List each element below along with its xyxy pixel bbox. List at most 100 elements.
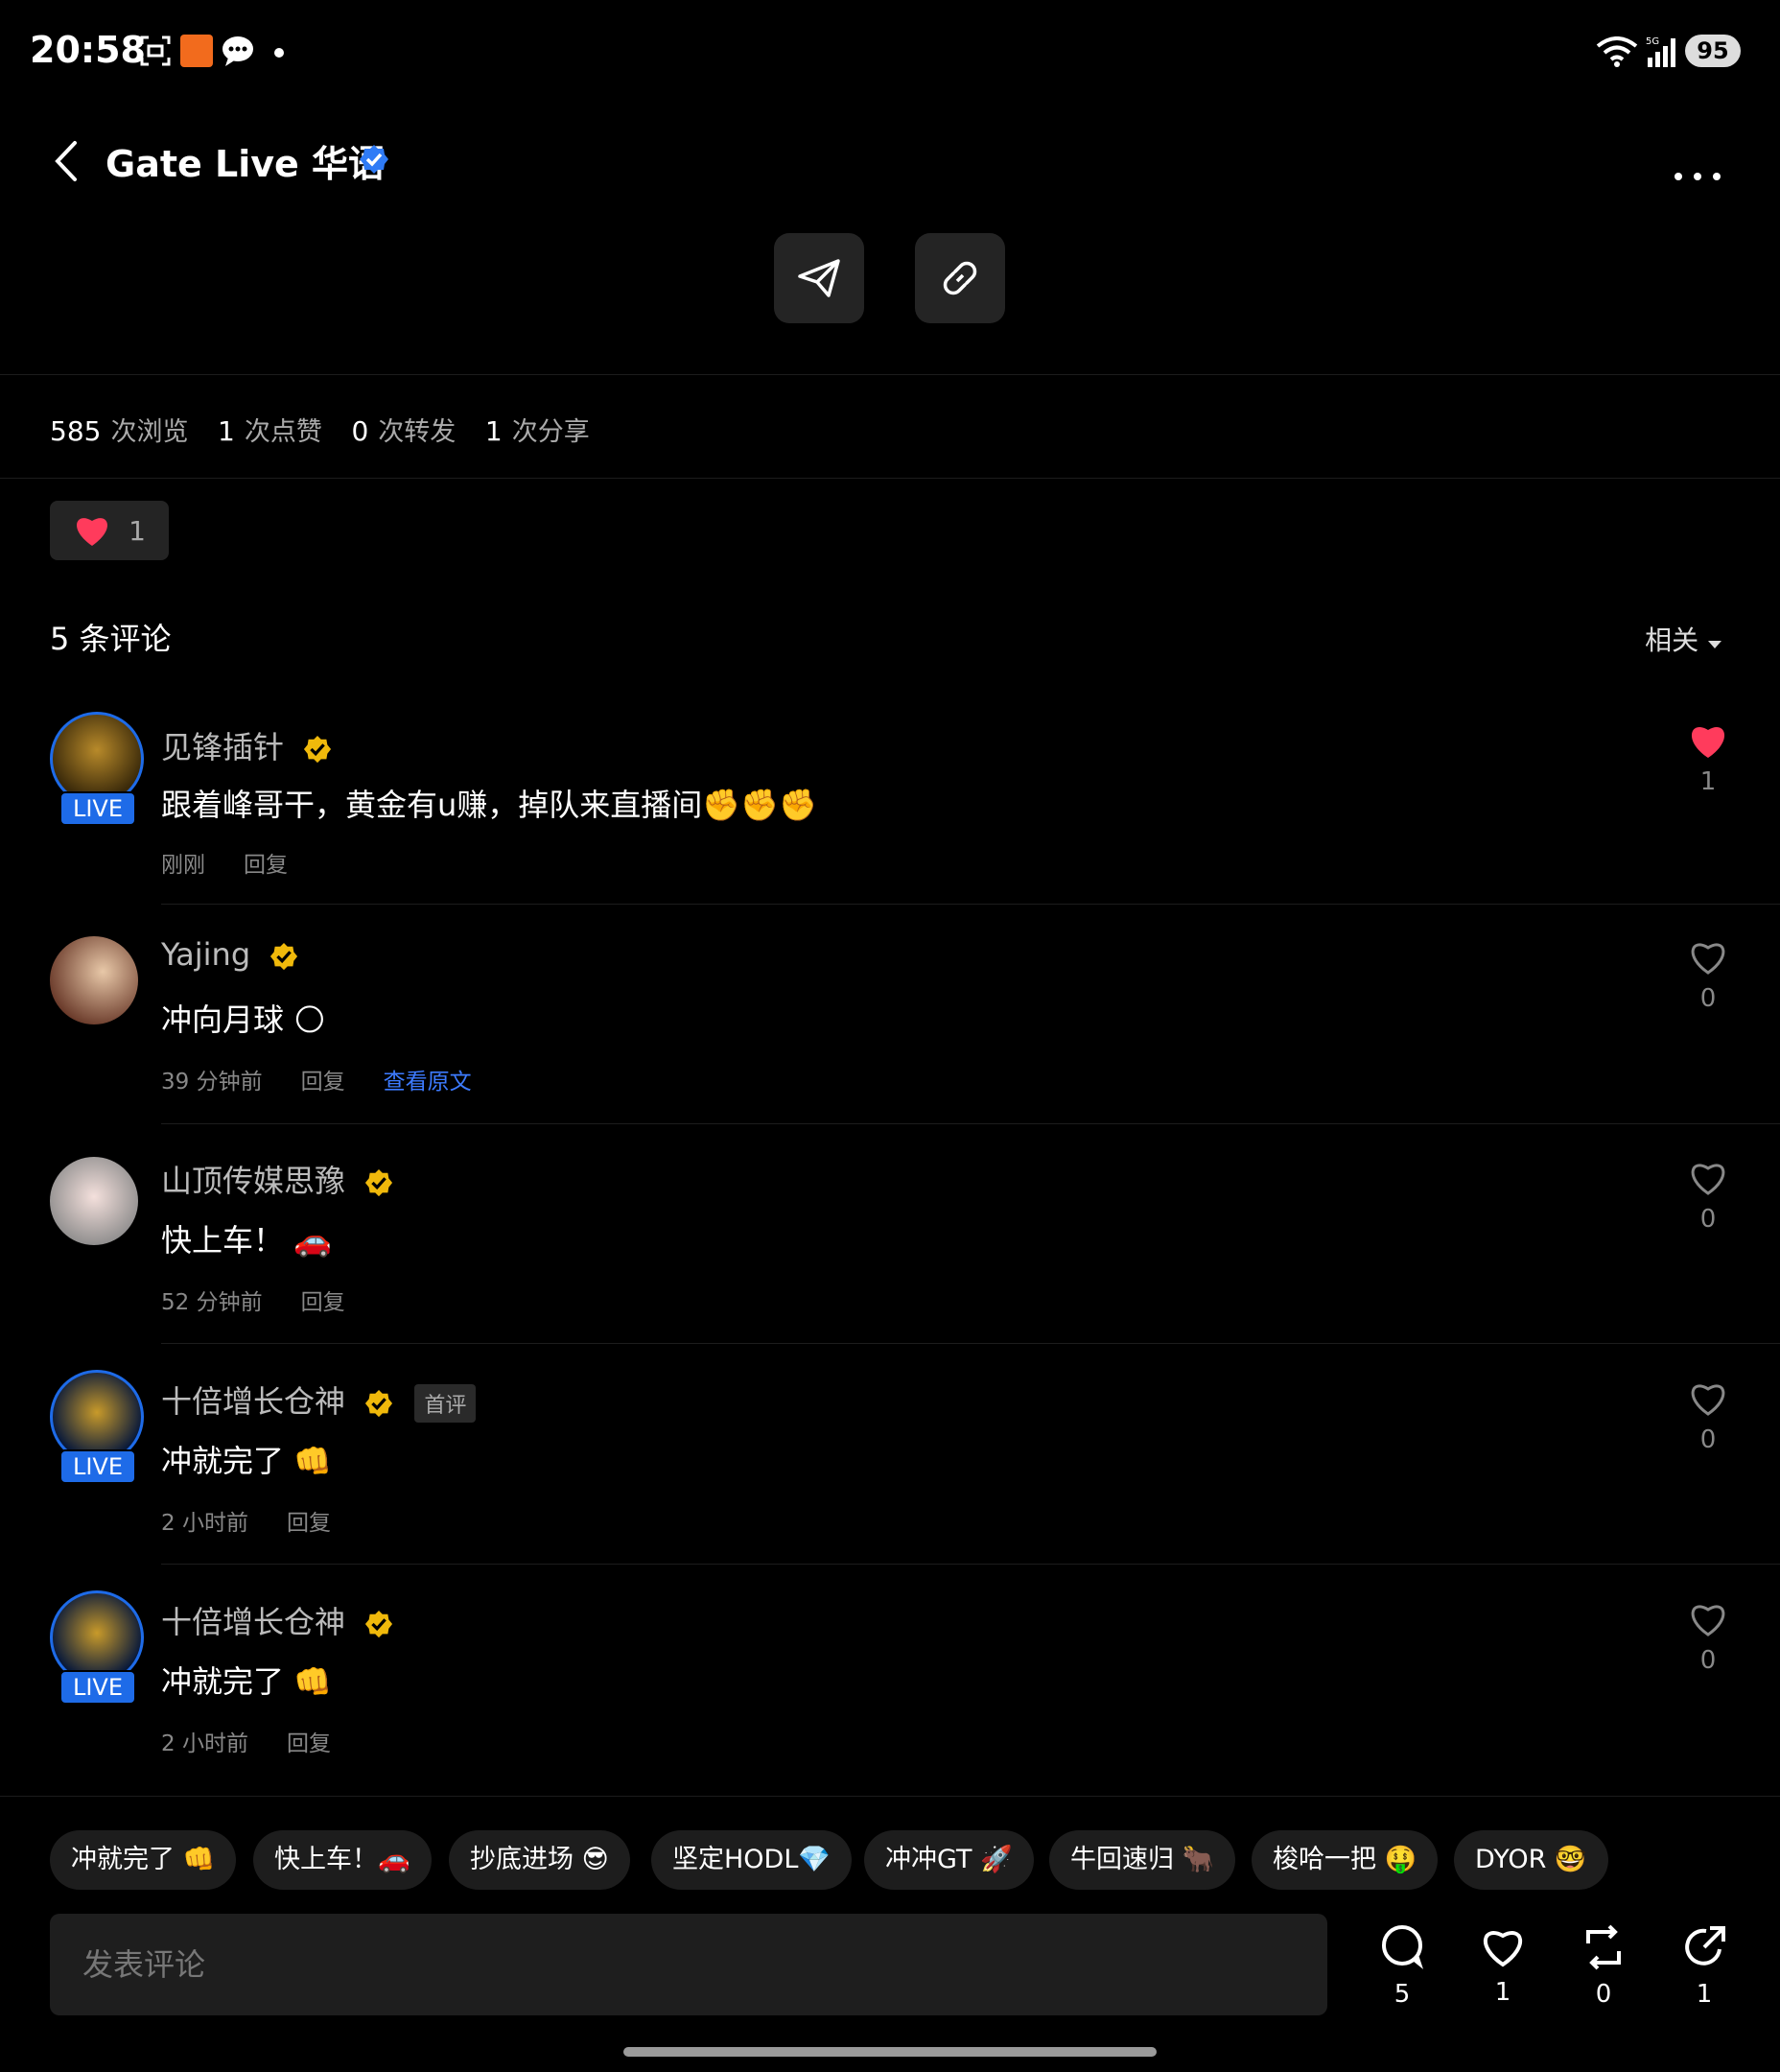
comment-text: 冲就完了 👊 <box>161 1663 333 1700</box>
screenshot-icon <box>139 35 172 71</box>
status-time: 20:58 <box>30 29 146 71</box>
quick-reply-tag[interactable]: 抄底进场 😎 <box>449 1830 630 1890</box>
heart-outline-icon[interactable] <box>1688 1600 1728 1638</box>
stat-views: 585 次浏览 <box>50 415 189 447</box>
quick-reply-tag[interactable]: 冲冲GT 🚀 <box>864 1830 1034 1890</box>
sort-dropdown[interactable]: 相关 <box>1645 620 1722 658</box>
comment-author[interactable]: Yajing <box>161 936 298 973</box>
stat-likes: 1 次点赞 <box>218 415 322 447</box>
reply-button[interactable]: 回复 <box>301 1070 345 1095</box>
svg-text:5G: 5G <box>1646 36 1659 47</box>
stat-reposts: 0 次转发 <box>351 415 457 447</box>
comment-author[interactable]: 山顶传媒思豫 <box>161 1157 393 1201</box>
view-original-link[interactable]: 查看原文 <box>384 1070 472 1095</box>
comment-text: 冲就完了 👊 <box>161 1443 333 1479</box>
heart-outline-icon[interactable] <box>1688 1379 1728 1418</box>
divider <box>161 1123 1780 1124</box>
quick-reply-tag[interactable]: 牛回速归 🐂 <box>1049 1830 1236 1890</box>
comment-bubble-icon <box>1382 1925 1424 1969</box>
notification-dot <box>274 48 284 58</box>
share-send-button[interactable] <box>774 233 864 323</box>
share-icon <box>1685 1926 1725 1966</box>
heart-outline-icon[interactable] <box>1688 1159 1728 1197</box>
comment-like-count: 0 <box>1699 984 1717 1013</box>
avatar[interactable] <box>50 936 138 1024</box>
comment-action[interactable]: 5 <box>1369 1924 1436 2009</box>
like-action[interactable]: 1 <box>1469 1924 1536 2007</box>
reply-button[interactable]: 回复 <box>301 1290 345 1315</box>
comment-time: 刚刚 <box>161 853 205 878</box>
app-notification-icon <box>180 35 213 67</box>
comment-meta: 52 分钟前 回复 <box>161 1283 384 1316</box>
comment-input[interactable]: 发表评论 <box>50 1914 1327 2015</box>
like-action-count: 1 <box>1494 1978 1511 2007</box>
page-title: Gate Live 华语 <box>105 143 386 185</box>
comment-like-count: 0 <box>1699 1425 1717 1454</box>
comment-time: 39 分钟前 <box>161 1070 263 1095</box>
verified-badge-icon <box>365 1389 393 1418</box>
quick-reply-tag[interactable]: 梭哈一把 🤑 <box>1252 1830 1439 1890</box>
heart-outline-icon[interactable] <box>1688 938 1728 977</box>
comment-like-count: 0 <box>1699 1205 1717 1234</box>
verified-badge-icon <box>270 942 298 971</box>
repost-action-count: 0 <box>1595 1980 1612 2009</box>
quick-reply-tag[interactable]: 坚定HODL💎 <box>651 1830 853 1890</box>
divider <box>0 1796 1780 1797</box>
heart-outline-icon <box>1483 1931 1523 1967</box>
reaction-chip[interactable]: 1 <box>50 501 169 560</box>
quick-reply-tag[interactable]: DYOR 🤓 <box>1454 1830 1608 1890</box>
heart-filled-icon[interactable] <box>1688 721 1728 760</box>
battery-indicator: 95 <box>1685 35 1741 67</box>
reaction-count: 1 <box>129 514 146 547</box>
message-icon <box>221 35 255 71</box>
comment-author[interactable]: 十倍增长仓神 <box>161 1598 393 1642</box>
comment-action-count: 5 <box>1394 1980 1411 2009</box>
live-badge: LIVE <box>59 1670 136 1705</box>
home-indicator[interactable] <box>623 2047 1157 2057</box>
comment-meta: 39 分钟前 回复 查看原文 <box>161 1063 510 1095</box>
repost-action[interactable]: 0 <box>1570 1924 1637 2009</box>
comment-like-count: 1 <box>1699 767 1717 796</box>
repost-icon <box>1586 1924 1621 1970</box>
send-icon <box>798 259 840 297</box>
share-action[interactable]: 1 <box>1671 1924 1738 2009</box>
post-stats: 585 次浏览 1 次点赞 0 次转发 1 次分享 <box>50 411 611 448</box>
comments-count-title: 5 条评论 <box>50 621 172 657</box>
copy-link-button[interactable] <box>915 233 1005 323</box>
comment-text: 冲向月球 🌕 <box>161 1001 326 1038</box>
comment-meta: 刚刚 回复 <box>161 846 326 879</box>
signal-icon: 5G <box>1646 35 1680 73</box>
verified-badge-icon <box>359 144 389 178</box>
comment-meta: 2 小时前 回复 <box>161 1725 369 1757</box>
link-icon <box>943 261 977 295</box>
verified-badge-icon <box>365 1610 393 1638</box>
back-button[interactable] <box>48 139 86 183</box>
quick-reply-tag[interactable]: 冲就完了 👊 <box>50 1830 237 1890</box>
first-comment-badge: 首评 <box>414 1384 477 1423</box>
quick-reply-tag[interactable]: 快上车！🚗 <box>253 1830 432 1890</box>
chevron-left-icon <box>55 141 77 181</box>
comment-like-count: 0 <box>1699 1646 1717 1675</box>
more-options-button[interactable] <box>1673 152 1722 191</box>
wifi-icon <box>1596 36 1638 71</box>
verified-badge-icon <box>304 735 332 764</box>
verified-badge-icon <box>365 1168 393 1197</box>
live-badge: LIVE <box>59 1449 136 1484</box>
avatar[interactable] <box>50 1157 138 1245</box>
divider <box>0 478 1780 479</box>
comment-text: 快上车！ 🚗 <box>161 1222 333 1259</box>
divider <box>161 1564 1780 1565</box>
comment-author[interactable]: 十倍增长仓神 首评 <box>161 1377 477 1423</box>
share-action-count: 1 <box>1696 1980 1713 2009</box>
reply-button[interactable]: 回复 <box>287 1511 331 1536</box>
reply-button[interactable]: 回复 <box>244 853 288 878</box>
comment-author[interactable]: 见锋插针 <box>161 723 332 767</box>
live-badge: LIVE <box>59 791 136 826</box>
reply-button[interactable]: 回复 <box>287 1731 331 1756</box>
divider <box>161 904 1780 905</box>
more-icon <box>1675 173 1721 180</box>
comment-meta: 2 小时前 回复 <box>161 1504 369 1537</box>
comment-time: 2 小时前 <box>161 1511 248 1536</box>
status-bar: 20:58 5G 95 <box>0 0 1780 106</box>
heart-filled-icon <box>77 518 108 546</box>
